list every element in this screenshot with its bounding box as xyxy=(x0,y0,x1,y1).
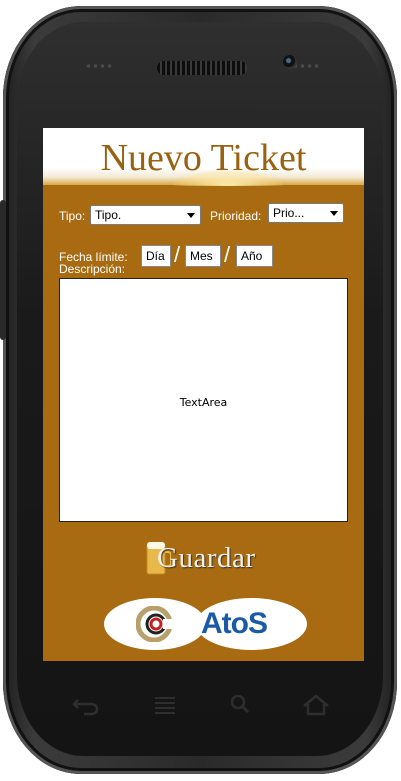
prioridad-select[interactable]: Prio... xyxy=(268,203,344,223)
mes-input[interactable]: Mes xyxy=(185,245,221,267)
textarea-placeholder: TextArea xyxy=(179,396,228,409)
company-c-logo xyxy=(136,606,174,642)
atos-logo-text: AtoS xyxy=(201,607,268,640)
search-icon[interactable] xyxy=(220,690,260,720)
dia-input[interactable]: Día xyxy=(141,245,171,267)
anio-input[interactable]: Año xyxy=(236,245,273,267)
tipo-label: Tipo: xyxy=(59,209,86,223)
date-separator: / xyxy=(224,242,231,267)
prioridad-select-value: Prio... xyxy=(273,206,305,220)
page-title: Nuevo Ticket xyxy=(100,137,307,179)
header-banner: Nuevo Ticket xyxy=(43,128,364,186)
app-screen: Nuevo Ticket Tipo: Tipo. Prioridad: Prio… xyxy=(43,128,364,661)
guardar-label: Guardar xyxy=(157,542,256,574)
guardar-button[interactable]: Guardar xyxy=(145,538,275,580)
android-nav-bar xyxy=(50,690,350,720)
prioridad-label: Prioridad: xyxy=(210,209,262,223)
home-icon[interactable] xyxy=(296,690,336,720)
tipo-select[interactable]: Tipo. xyxy=(90,205,201,225)
descripcion-label: Descripción: xyxy=(59,262,126,276)
chevron-down-icon xyxy=(330,211,338,216)
tipo-select-value: Tipo. xyxy=(95,208,122,222)
front-camera xyxy=(283,55,297,69)
sponsor-logos: AtoS xyxy=(104,598,307,650)
date-separator: / xyxy=(174,242,181,267)
back-icon[interactable] xyxy=(66,690,106,720)
chevron-down-icon xyxy=(187,213,195,218)
sensor-dots-left xyxy=(85,62,113,70)
descripcion-textarea[interactable]: TextArea xyxy=(59,278,348,522)
side-key xyxy=(0,200,6,340)
earpiece-speaker xyxy=(157,61,247,75)
menu-icon[interactable] xyxy=(145,690,185,720)
